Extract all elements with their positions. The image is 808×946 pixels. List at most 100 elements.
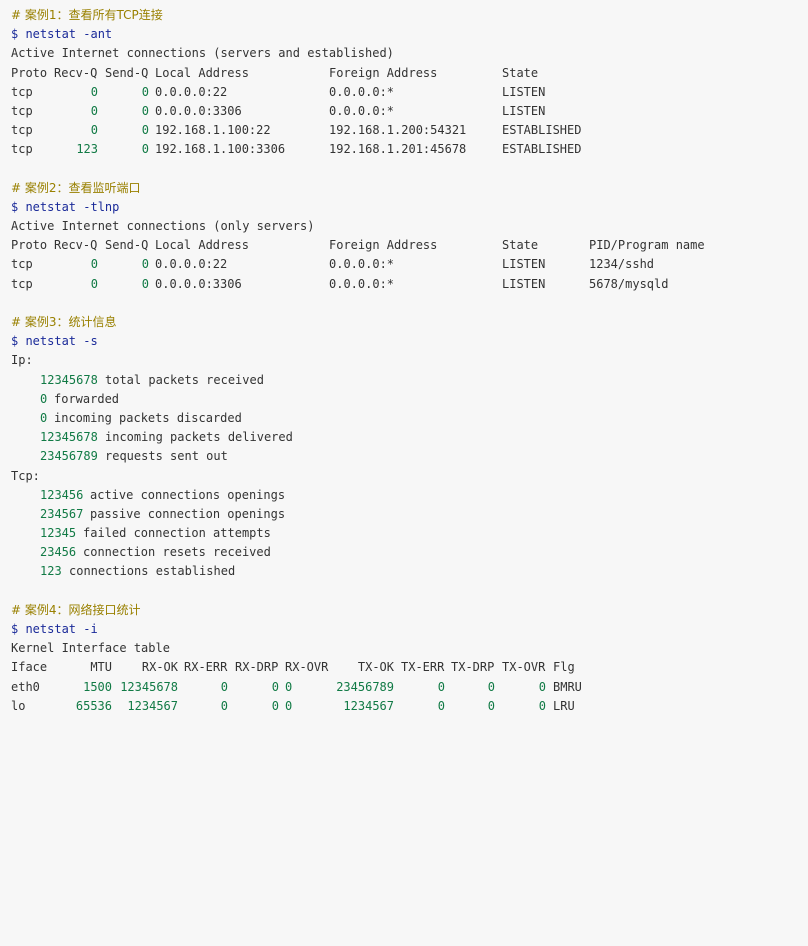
- cell-rx-drp: 0: [271, 679, 279, 694]
- comment-line: # 案例4：网络接口统计: [0, 601, 808, 620]
- cell-rx-err: 0: [220, 679, 228, 694]
- comment-line: # 案例1：查看所有TCP连接: [0, 6, 808, 25]
- stat-line: 12345678 incoming packets delivered: [0, 428, 808, 447]
- stat-line: 0 forwarded: [0, 390, 808, 409]
- cell-tx-drp: 0: [487, 698, 495, 713]
- stat-line: 23456789 requests sent out: [0, 447, 808, 466]
- output-title: Active Internet connections (servers and…: [0, 44, 808, 63]
- table-row: tcp 0 0 0.0.0.0:22 0.0.0.0:* LISTEN: [0, 83, 808, 102]
- header-tx-ovr: TX-OVR: [502, 660, 546, 675]
- section-label-tcp: Tcp:: [0, 467, 808, 486]
- cell-tx-drp: 0: [487, 679, 495, 694]
- cell-tx-ok: 23456789: [336, 679, 394, 694]
- stat-text: incoming packets delivered: [105, 430, 293, 445]
- section-label-ip: Ip:: [0, 351, 808, 370]
- cell-flg: BMRU: [553, 679, 582, 694]
- cell-proto: tcp: [11, 142, 33, 157]
- header-rx-err: RX-ERR: [184, 660, 228, 675]
- header-rx-ok: RX-OK: [141, 660, 178, 675]
- cell-recvq: 123: [76, 142, 98, 157]
- table-header: Proto Recv-Q Send-Q Local Address Foreig…: [0, 236, 808, 255]
- table-row: eth0 1500 12345678 0 0 0 23456789 0 0 0 …: [0, 678, 808, 697]
- cell-proto: tcp: [11, 123, 33, 138]
- table-row: tcp 0 0 0.0.0.0:22 0.0.0.0:* LISTEN 1234…: [0, 255, 808, 274]
- stat-number: 12345678: [40, 372, 98, 387]
- header-foreign: Foreign Address: [329, 65, 438, 80]
- stat-text: connections established: [69, 564, 236, 579]
- stat-text: active connections openings: [90, 487, 286, 502]
- stat-line: 123456 active connections openings: [0, 486, 808, 505]
- cell-foreign: 0.0.0.0:*: [329, 103, 395, 118]
- comment-text: # 案例1：查看所有TCP连接: [11, 8, 163, 22]
- cell-tx-ovr: 0: [538, 698, 546, 713]
- comment-text: # 案例2：查看监听端口: [11, 180, 141, 195]
- cell-recvq: 0: [90, 103, 98, 118]
- cell-sendq: 0: [141, 123, 149, 138]
- stat-number: 12345: [40, 526, 77, 541]
- cell-recvq: 0: [90, 123, 98, 138]
- stat-line: 12345 failed connection attempts: [0, 524, 808, 543]
- header-proto: Proto: [11, 238, 48, 253]
- output-title-text: Kernel Interface table: [11, 641, 170, 656]
- stat-text: connection resets received: [83, 545, 271, 560]
- stat-text: failed connection attempts: [83, 526, 271, 541]
- header-local: Local Address: [155, 238, 249, 253]
- command-line: $ netstat -s: [0, 332, 808, 351]
- cell-foreign: 0.0.0.0:*: [329, 276, 395, 291]
- cell-pid: 5678/mysqld: [589, 276, 669, 291]
- stat-text: incoming packets discarded: [54, 410, 242, 425]
- comment-text: # 案例3：统计信息: [11, 315, 117, 329]
- stat-number: 234567: [40, 506, 84, 521]
- table-row: tcp 0 0 192.168.1.100:22 192.168.1.200:5…: [0, 121, 808, 140]
- stat-text: requests sent out: [105, 449, 228, 464]
- cell-flg: LRU: [553, 698, 575, 713]
- cell-local: 0.0.0.0:22: [155, 84, 228, 99]
- stat-text: passive connection openings: [90, 506, 286, 521]
- comment-text: # 案例4：网络接口统计: [11, 602, 141, 617]
- cell-foreign: 192.168.1.200:54321: [329, 123, 467, 138]
- cell-local: 192.168.1.100:22: [155, 123, 271, 138]
- stat-line: 123 connections established: [0, 562, 808, 581]
- command-text: $ netstat -s: [11, 334, 98, 349]
- cell-rx-ok: 12345678: [120, 679, 178, 694]
- cell-foreign: 0.0.0.0:*: [329, 257, 395, 272]
- stat-line: 234567 passive connection openings: [0, 505, 808, 524]
- cell-recvq: 0: [90, 257, 98, 272]
- cell-state: LISTEN: [502, 276, 546, 291]
- command-line: $ netstat -tlnp: [0, 198, 808, 217]
- table-row: tcp 0 0 0.0.0.0:3306 0.0.0.0:* LISTEN 56…: [0, 275, 808, 294]
- cell-local: 0.0.0.0:22: [155, 257, 228, 272]
- output-title-text: Active Internet connections (servers and…: [11, 46, 394, 61]
- cell-proto: tcp: [11, 84, 33, 99]
- cell-foreign: 192.168.1.201:45678: [329, 142, 467, 157]
- header-tx-ok: TX-OK: [357, 660, 394, 675]
- cell-state: ESTABLISHED: [502, 142, 582, 157]
- cell-rx-ovr: 0: [285, 679, 293, 694]
- cell-tx-err: 0: [437, 679, 445, 694]
- comment-line: # 案例3：统计信息: [0, 313, 808, 332]
- cell-rx-err: 0: [220, 698, 228, 713]
- command-line: $ netstat -ant: [0, 25, 808, 44]
- header-proto: Proto: [11, 65, 48, 80]
- table-row: lo 65536 1234567 0 0 0 1234567 0 0 0 LRU: [0, 697, 808, 716]
- command-text: $ netstat -tlnp: [11, 199, 120, 214]
- cell-state: LISTEN: [502, 257, 546, 272]
- header-local: Local Address: [155, 65, 249, 80]
- stat-number: 12345678: [40, 430, 98, 445]
- output-title: Active Internet connections (only server…: [0, 217, 808, 236]
- stat-text: total packets received: [105, 372, 264, 387]
- stat-number: 23456: [40, 545, 77, 560]
- output-title-text: Active Internet connections (only server…: [11, 219, 315, 234]
- cell-mtu: 65536: [75, 698, 112, 713]
- cell-pid: 1234/sshd: [589, 257, 655, 272]
- cell-local: 0.0.0.0:3306: [155, 103, 242, 118]
- command-text: $ netstat -ant: [11, 27, 113, 42]
- stat-line: 12345678 total packets received: [0, 371, 808, 390]
- cell-state: LISTEN: [502, 103, 546, 118]
- header-recvq: Recv-Q: [54, 238, 98, 253]
- cell-tx-ovr: 0: [538, 679, 546, 694]
- header-iface: Iface: [11, 660, 48, 675]
- cell-state: ESTABLISHED: [502, 123, 582, 138]
